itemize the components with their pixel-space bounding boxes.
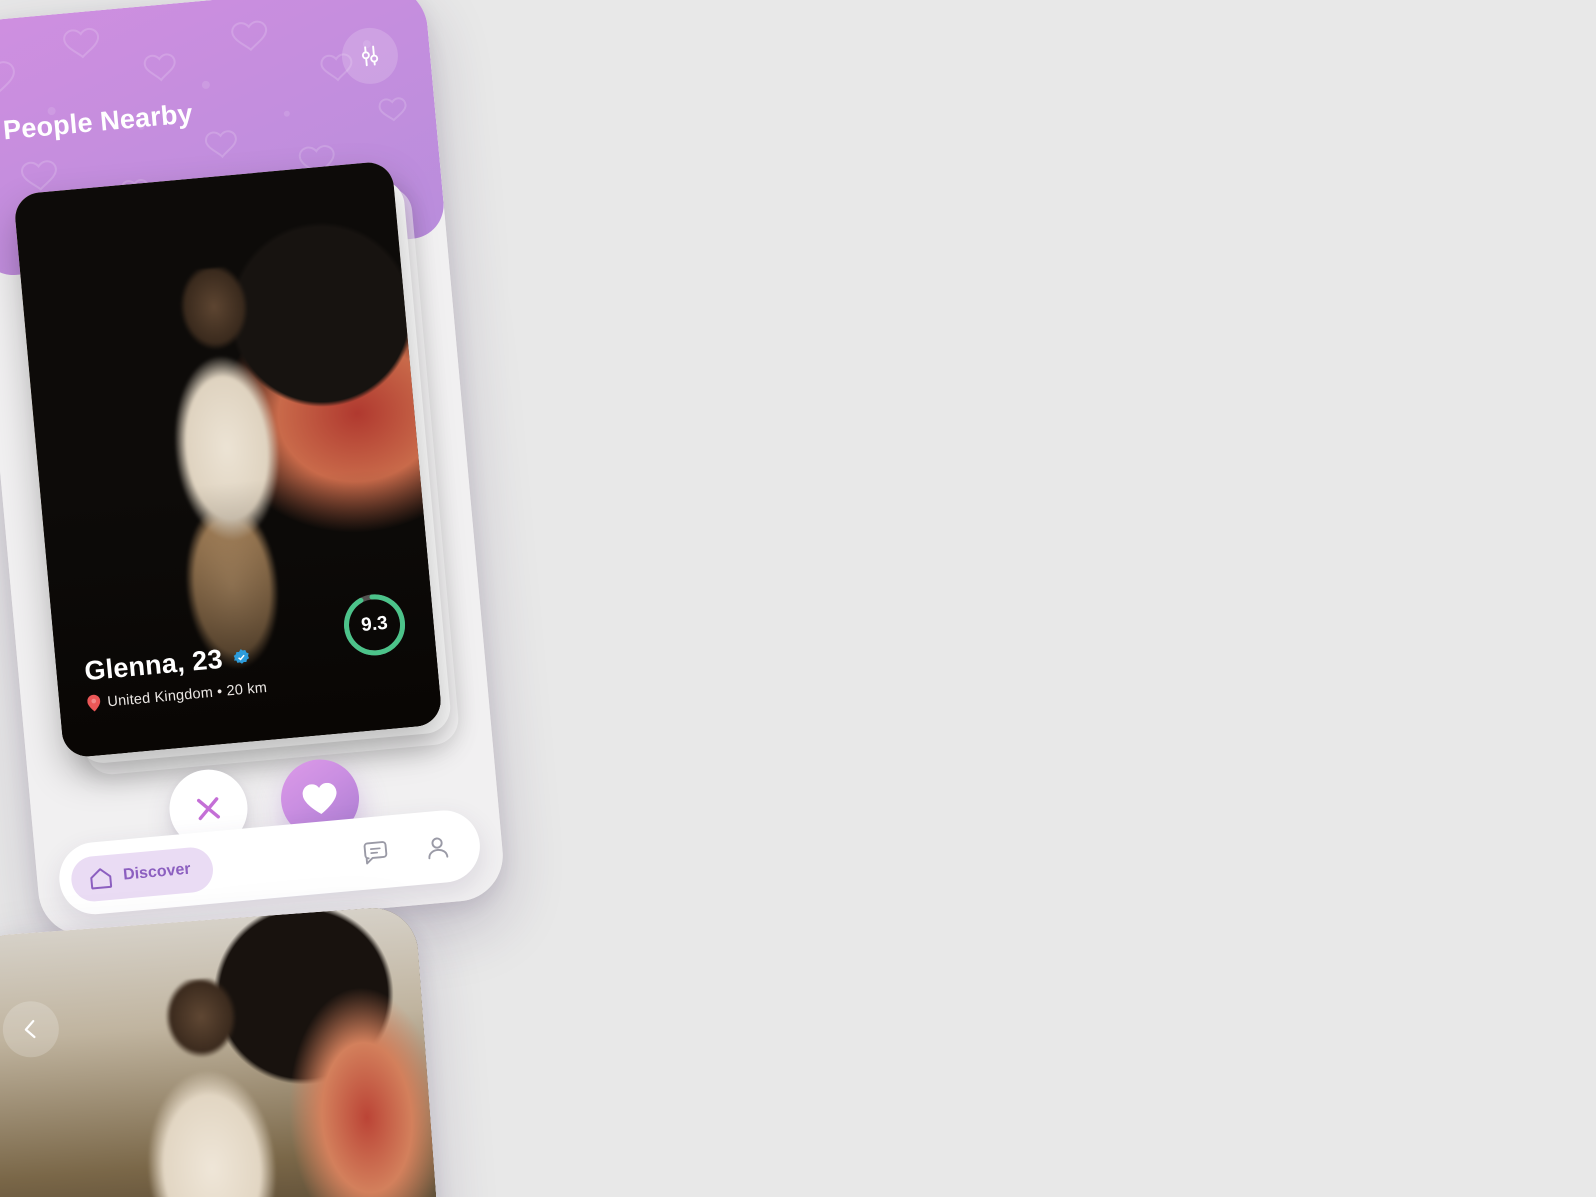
- phone-discover: People Nearby Glenna, 23 United Kingdom …: [0, 0, 507, 940]
- mockup-stage: People Nearby Glenna, 23 United Kingdom …: [0, 0, 1596, 1197]
- sliders-icon: [361, 45, 379, 67]
- home-icon: [88, 865, 113, 890]
- profile-hero-photo: [0, 904, 458, 1197]
- heart-icon: [302, 782, 337, 814]
- chat-icon: [363, 840, 387, 865]
- location-pin-icon: [87, 694, 101, 712]
- profile-card[interactable]: Glenna, 23 United Kingdom • 20 km 9.3: [13, 160, 443, 759]
- sidebar-item-discover[interactable]: Discover: [69, 845, 215, 903]
- nav-item-profile[interactable]: [405, 831, 469, 864]
- person-icon: [427, 837, 448, 859]
- verified-badge-icon: [233, 649, 249, 664]
- discover-screen: People Nearby Glenna, 23 United Kingdom …: [0, 0, 507, 940]
- chevron-left-icon: [24, 1019, 36, 1039]
- profile-screen: Glenna, 23 United Kingdom • 20 km: [0, 904, 489, 1197]
- score-badge: 9.3: [339, 589, 411, 661]
- nav-item-messages[interactable]: [343, 836, 407, 869]
- close-icon: [197, 797, 220, 821]
- score-value: 9.3: [360, 612, 389, 637]
- nav-label-discover: Discover: [122, 860, 192, 884]
- phone-profile: Glenna, 23 United Kingdom • 20 km: [0, 904, 489, 1197]
